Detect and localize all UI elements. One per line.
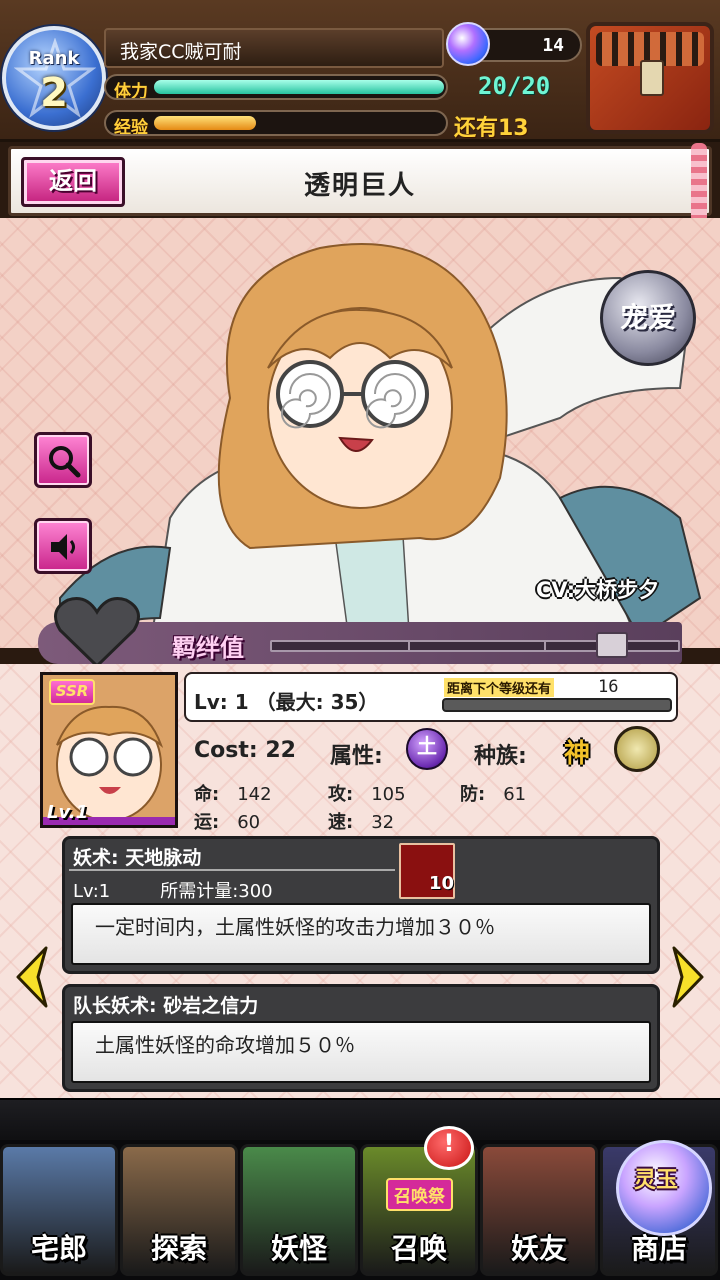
stamina-bar: 体力 xyxy=(104,74,448,100)
bottom-nav: 宅郎 探索 妖怪 召唤 妖友 商店 xyxy=(0,1140,720,1280)
lock-icon xyxy=(596,632,628,658)
race-label: 种族: xyxy=(474,744,527,769)
voice-button[interactable] xyxy=(34,518,92,574)
speaker-icon xyxy=(51,534,75,560)
nav-explore-label: 探索 xyxy=(150,1232,207,1265)
hp-label: 命: xyxy=(194,784,220,805)
rank-badge[interactable]: Rank 2 xyxy=(2,26,106,130)
card-portrait: SSR Lv.1 xyxy=(40,672,178,828)
previous-arrow-icon[interactable] xyxy=(12,944,52,1010)
next-level-progress xyxy=(442,698,672,712)
zoom-button[interactable] xyxy=(34,432,92,488)
stamina-value: 20/20 xyxy=(478,72,551,100)
voice-actor: CV:大桥步夕 xyxy=(536,578,660,602)
skill-title: 妖术: 天地脉动 xyxy=(73,847,202,869)
nav-yokai[interactable]: 妖怪 xyxy=(240,1144,358,1276)
next-level-label: 距离下个等级还有 xyxy=(444,678,555,697)
hp-value: 142 xyxy=(237,784,272,805)
rank-value: 2 xyxy=(40,70,68,116)
skill-description: 一定时间内，土属性妖怪的攻击力增加３０％ xyxy=(71,903,651,965)
card-level: Lv.1 xyxy=(47,802,89,823)
attribute-label: 属性: xyxy=(330,744,383,769)
nav-home[interactable]: 宅郎 xyxy=(0,1144,118,1276)
next-level-value: 16 xyxy=(598,677,619,697)
nav-summon-label: 召唤 xyxy=(390,1232,447,1265)
scroll-endcap xyxy=(691,143,707,223)
nav-divider xyxy=(0,1098,720,1144)
alert-badge: ! xyxy=(424,1126,474,1170)
stamina-label: 体力 xyxy=(114,82,148,100)
nav-home-label: 宅郎 xyxy=(30,1232,87,1265)
rank-label: Rank xyxy=(28,48,80,69)
leader-skill-description: 土属性妖怪的命攻增加５０％ xyxy=(71,1021,651,1083)
shop-brand: 灵玉 xyxy=(634,1168,679,1193)
leader-skill-title: 队长妖术: 砂岩之信力 xyxy=(73,995,259,1017)
exp-remaining: 还有13 xyxy=(454,116,529,141)
nav-yokai-label: 妖怪 xyxy=(270,1232,327,1265)
heart-icon xyxy=(54,597,140,668)
title-bar: 返回 透明巨人 xyxy=(8,143,712,223)
exp-label: 经验 xyxy=(114,118,148,136)
spd-label: 速: xyxy=(328,812,354,833)
stamina-fill xyxy=(154,80,444,94)
atk-value: 105 xyxy=(371,784,406,805)
magnifier-icon xyxy=(49,446,81,478)
character-art: 宠爱 CV:大桥步夕 xyxy=(0,218,720,648)
race-emblem-icon xyxy=(614,726,660,772)
exp-fill xyxy=(154,116,256,130)
luck-value: 60 xyxy=(237,812,261,833)
cost-text: Cost: 22 xyxy=(194,738,296,763)
earth-attribute-icon: 土 xyxy=(406,728,448,770)
bond-label: 羁绊值 xyxy=(172,634,244,662)
nav-explore[interactable]: 探索 xyxy=(120,1144,238,1276)
nav-friends[interactable]: 妖友 xyxy=(480,1144,598,1276)
level-box: Lv: 1 （最大: 35） 距离下个等级还有 16 xyxy=(184,672,678,722)
gem-icon xyxy=(446,22,490,66)
treasure-chest-icon[interactable] xyxy=(586,22,714,134)
skill-panel: 妖术: 天地脉动 Lv:1 所需计量:300 10 一定时间内，土属性妖怪的攻击力… xyxy=(62,836,660,974)
next-arrow-icon[interactable] xyxy=(668,944,708,1010)
spd-value: 32 xyxy=(371,812,395,833)
def-value: 61 xyxy=(503,784,527,805)
exp-bar: 经验 xyxy=(104,110,448,136)
status-bar: Rank 2 我家CC贼可耐 14 体力 20/20 经验 还有13 xyxy=(0,0,720,142)
page-title: 透明巨人 xyxy=(303,171,416,201)
rarity-badge: SSR xyxy=(49,679,95,705)
gauge-count: 10 xyxy=(429,873,455,894)
level-text: Lv: 1 （最大: 35） xyxy=(194,690,379,714)
nav-friends-label: 妖友 xyxy=(510,1232,567,1265)
player-name: 我家CC贼可耐 xyxy=(104,28,444,68)
luck-label: 运: xyxy=(194,812,220,833)
race-value: 神 xyxy=(564,739,591,769)
summon-festival-badge: 召唤祭 xyxy=(386,1178,453,1211)
def-label: 防: xyxy=(460,784,486,805)
atk-label: 攻: xyxy=(328,784,354,805)
skill-level: Lv:1 xyxy=(73,881,111,902)
favorite-button[interactable]: 宠爱 xyxy=(600,270,696,366)
skill-gauge-cost: 所需计量:300 xyxy=(160,881,273,902)
leader-skill-panel: 队长妖术: 砂岩之信力 土属性妖怪的命攻增加５０％ xyxy=(62,984,660,1092)
